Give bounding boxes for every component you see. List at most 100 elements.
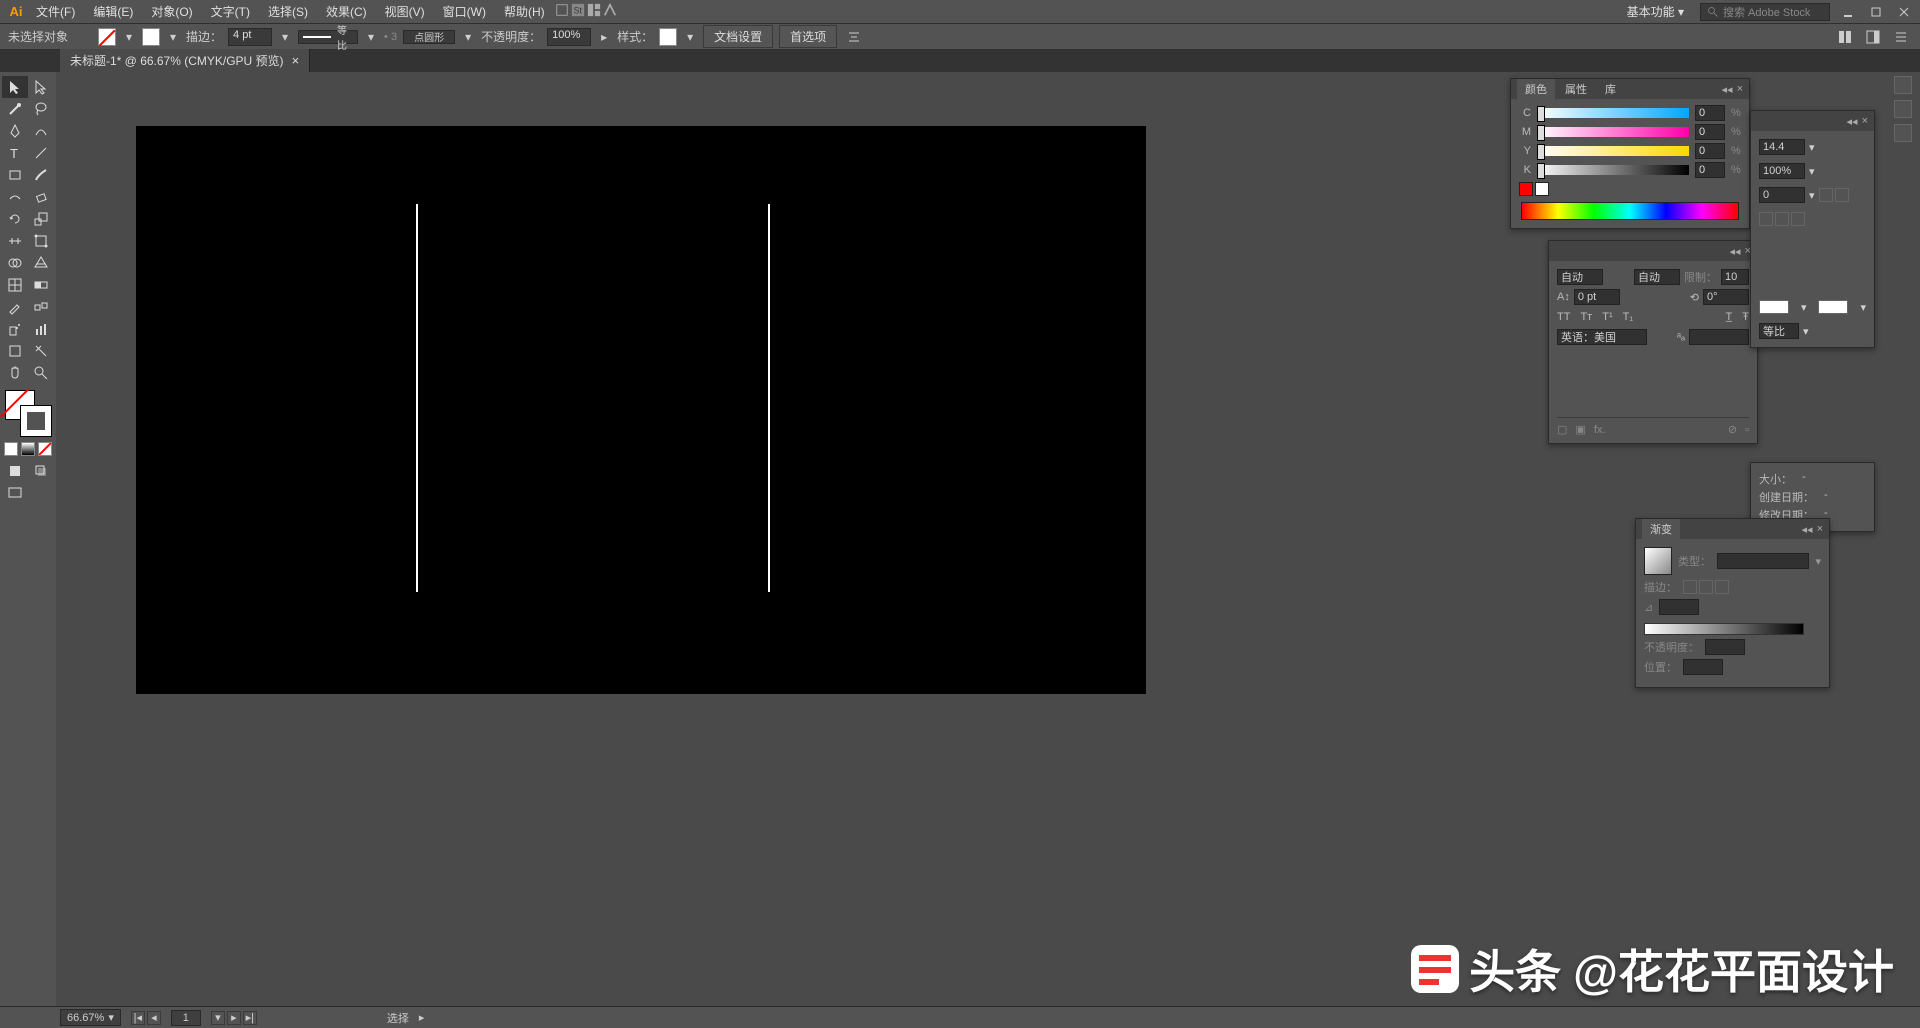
white-color-icon[interactable]: [1535, 182, 1549, 196]
workspace-switcher[interactable]: 基本功能 ▾: [1619, 1, 1692, 22]
smallcaps-icon[interactable]: Tᴛ: [1580, 311, 1592, 323]
menu-select[interactable]: 选择(S): [260, 1, 316, 22]
width-tool-icon[interactable]: [2, 230, 28, 252]
panel-toggle-icon[interactable]: [1862, 27, 1884, 47]
eyedropper-tool-icon[interactable]: [2, 296, 28, 318]
layer-clip-icon[interactable]: ▣: [1575, 423, 1585, 436]
fill-swatch[interactable]: [98, 28, 116, 46]
kerning-input[interactable]: 自动: [1557, 269, 1603, 285]
selection-tool-icon[interactable]: [2, 76, 28, 98]
superscript-icon[interactable]: T¹: [1602, 311, 1612, 323]
gradient-strip[interactable]: [1644, 623, 1804, 635]
gradient-position-input[interactable]: [1683, 659, 1723, 675]
gradient-type-select[interactable]: [1717, 553, 1809, 569]
menu-file[interactable]: 文件(F): [28, 1, 83, 22]
slice-tool-icon[interactable]: [28, 340, 54, 362]
share-icon[interactable]: [603, 3, 617, 20]
libraries-tab[interactable]: 库: [1597, 79, 1624, 99]
subscript-icon[interactable]: T₁: [1623, 311, 1633, 323]
mesh-tool-icon[interactable]: [2, 274, 28, 296]
align-icon[interactable]: [843, 27, 865, 47]
next-artboard-icon[interactable]: ▸: [227, 1011, 241, 1025]
black-value[interactable]: 0: [1695, 162, 1725, 178]
underline-icon[interactable]: T̲: [1726, 311, 1733, 323]
menu-edit[interactable]: 编辑(E): [85, 1, 141, 22]
none-color-icon[interactable]: [1519, 182, 1533, 196]
screen-mode-icon[interactable]: [2, 482, 28, 504]
shaper-tool-icon[interactable]: [2, 186, 28, 208]
menu-view[interactable]: 视图(V): [377, 1, 433, 22]
first-artboard-icon[interactable]: |◂: [131, 1011, 145, 1025]
path-line-1[interactable]: [416, 204, 418, 592]
gradient-tool-icon[interactable]: [28, 274, 54, 296]
stroke-profile-preview[interactable]: 等比: [298, 30, 358, 44]
line-tool-icon[interactable]: [28, 142, 54, 164]
grad-stroke-in-icon[interactable]: [1683, 580, 1697, 594]
magenta-value[interactable]: 0: [1695, 124, 1725, 140]
stroke-profile-field[interactable]: 等比: [1759, 323, 1799, 339]
scale-tool-icon[interactable]: [28, 208, 54, 230]
preferences-button[interactable]: 首选项: [779, 25, 837, 48]
gradient-angle-input[interactable]: [1659, 599, 1699, 615]
stock-icon[interactable]: St: [571, 3, 585, 20]
menu-help[interactable]: 帮助(H): [496, 1, 553, 22]
rotate-tool-icon[interactable]: [2, 208, 28, 230]
cap-round-icon[interactable]: [1835, 188, 1849, 202]
grad-stroke-across-icon[interactable]: [1715, 580, 1729, 594]
draw-behind-icon[interactable]: [28, 460, 54, 482]
stroke-misc-field[interactable]: 0: [1759, 187, 1805, 203]
allcaps-icon[interactable]: TT: [1557, 311, 1570, 323]
opacity-input[interactable]: 100%: [547, 28, 591, 46]
cap-butt-icon[interactable]: [1819, 188, 1833, 202]
window-close-icon[interactable]: [1894, 4, 1914, 20]
stroke-collapse-icon[interactable]: ◂◂: [1847, 115, 1858, 128]
window-max-icon[interactable]: [1866, 4, 1886, 20]
cyan-value[interactable]: 0: [1695, 105, 1725, 121]
close-tab-icon[interactable]: ×: [292, 53, 300, 68]
color-tab[interactable]: 颜色: [1517, 79, 1555, 99]
strike-icon[interactable]: Ŧ: [1742, 311, 1749, 323]
layer-visibility-icon[interactable]: ▢: [1557, 423, 1567, 436]
language-select[interactable]: 英语：美国: [1557, 329, 1647, 345]
dock-item-1[interactable]: [1894, 76, 1912, 94]
direct-select-tool-icon[interactable]: [28, 76, 54, 98]
dash-preview-2[interactable]: [1818, 300, 1848, 314]
arrange-icon[interactable]: [587, 3, 601, 20]
gradient-collapse-icon[interactable]: ◂◂: [1802, 523, 1813, 536]
style-swatch[interactable]: [659, 28, 677, 46]
style-dropdown[interactable]: ▾: [683, 30, 697, 44]
lasso-tool-icon[interactable]: [28, 98, 54, 120]
status-menu-icon[interactable]: ▸: [419, 1011, 425, 1024]
menu-effect[interactable]: 效果(C): [318, 1, 375, 22]
magenta-slider[interactable]: [1537, 127, 1689, 137]
search-stock-input[interactable]: 搜索 Adobe Stock: [1700, 3, 1830, 21]
blend-tool-icon[interactable]: [28, 296, 54, 318]
color-mode-icon[interactable]: [4, 442, 18, 456]
artboard-dropdown-icon[interactable]: ▾: [211, 1011, 225, 1025]
menu-object[interactable]: 对象(O): [143, 1, 200, 22]
hand-tool-icon[interactable]: [2, 362, 28, 384]
dock-item-2[interactable]: [1894, 100, 1912, 118]
cyan-slider[interactable]: [1537, 108, 1689, 118]
color-spectrum[interactable]: [1521, 202, 1739, 220]
gradient-preview[interactable]: [1644, 547, 1672, 575]
stroke-swatch[interactable]: [142, 28, 160, 46]
draw-normal-icon[interactable]: [2, 460, 28, 482]
graph-tool-icon[interactable]: [28, 318, 54, 340]
panel-collapse-icon[interactable]: ◂◂: [1722, 83, 1733, 96]
tracking-input[interactable]: 自动: [1634, 269, 1680, 285]
document-tab[interactable]: 未标题-1* @ 66.67% (CMYK/GPU 预览) ×: [60, 49, 310, 72]
artboard[interactable]: [136, 126, 1146, 694]
brush-tool-icon[interactable]: [28, 164, 54, 186]
layer-new-icon[interactable]: ▫: [1745, 424, 1749, 436]
prev-artboard-icon[interactable]: ◂: [147, 1011, 161, 1025]
shape-builder-tool-icon[interactable]: [2, 252, 28, 274]
document-setup-button[interactable]: 文档设置: [703, 25, 773, 48]
bridge-icon[interactable]: [555, 3, 569, 20]
symbol-spray-tool-icon[interactable]: [2, 318, 28, 340]
brush-profile-preview[interactable]: 点圆形: [403, 30, 455, 44]
join-bevel-icon[interactable]: [1791, 212, 1805, 226]
layer-fx-icon[interactable]: fx.: [1594, 424, 1606, 436]
perspective-tool-icon[interactable]: [28, 252, 54, 274]
pen-tool-icon[interactable]: [2, 120, 28, 142]
